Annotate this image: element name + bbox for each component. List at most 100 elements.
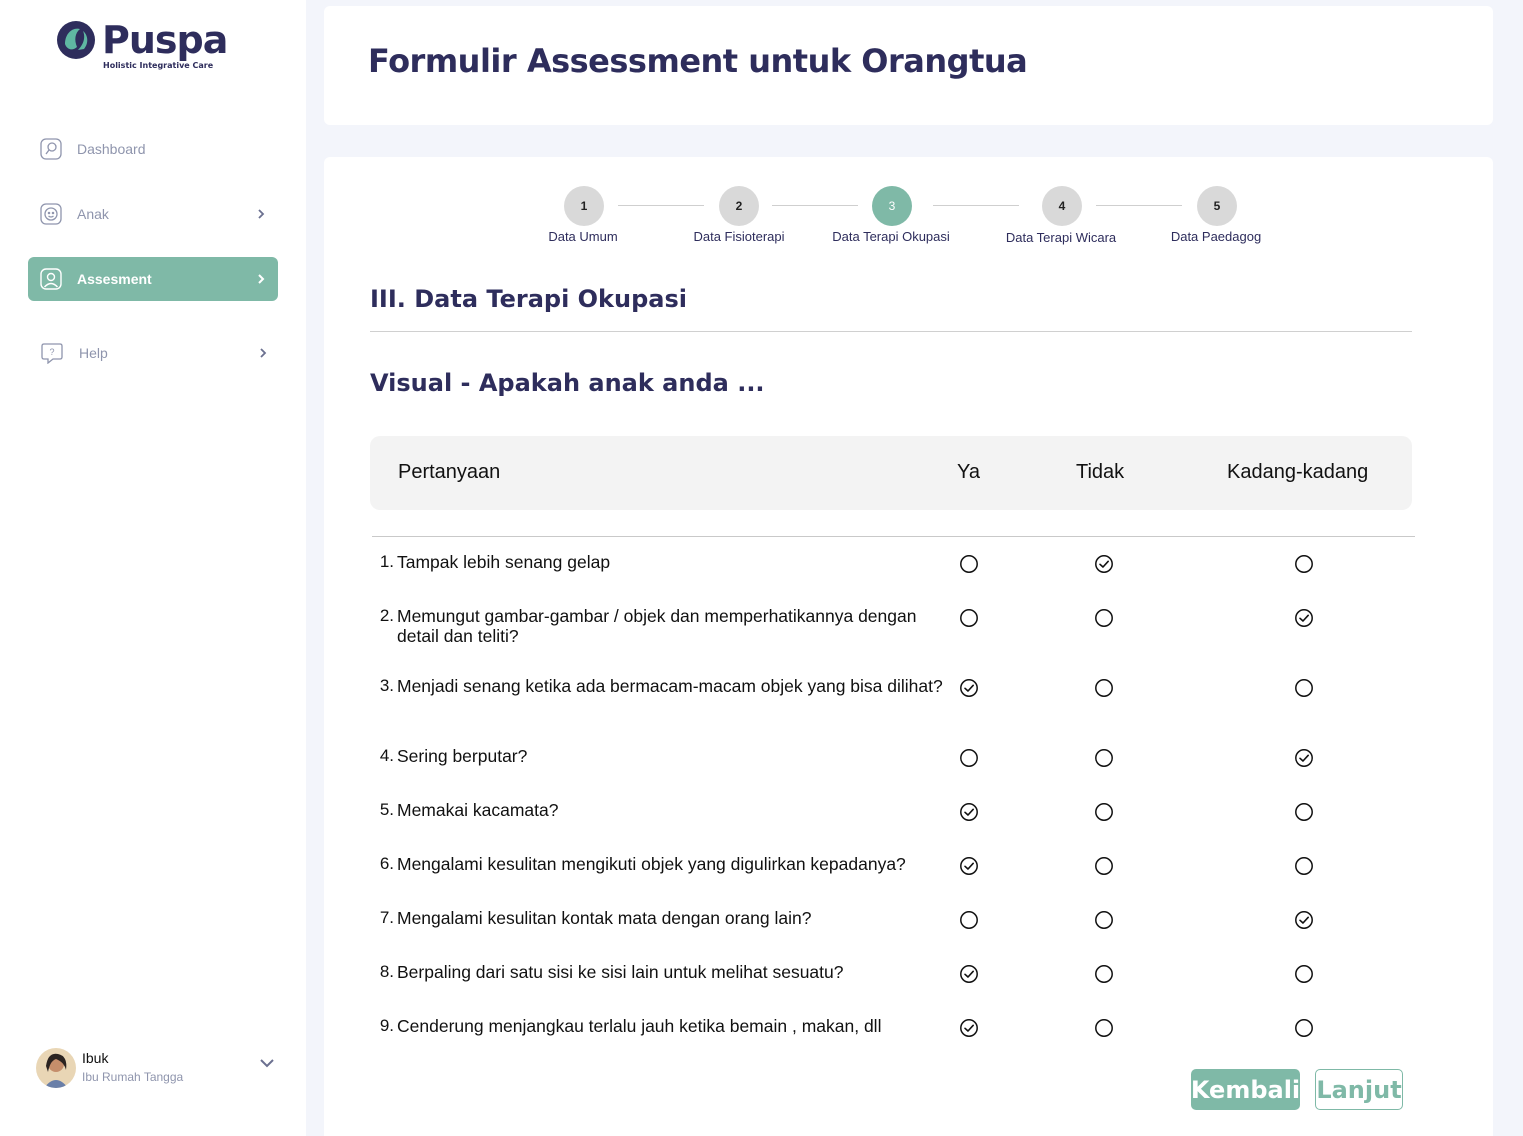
question-number: 2. [379,606,394,625]
question-number: 5. [379,800,394,819]
check-icon [964,970,974,978]
next-button[interactable]: Lanjut [1315,1069,1403,1110]
divider [370,331,1412,332]
radio-no[interactable] [1094,554,1114,574]
question-text: Berpaling dari satu sisi ke sisi lain un… [397,962,844,982]
step-3-label: Data Terapi Okupasi [832,229,950,244]
question-number: 6. [379,854,394,873]
radio-sometimes[interactable] [1294,856,1314,876]
question-text: Mengalami kesulitan mengikuti objek yang… [397,854,906,874]
check-icon [964,1024,974,1032]
radio-sometimes[interactable] [1294,964,1314,984]
question-text: Tampak lebih senang gelap [397,552,611,572]
radio-no[interactable] [1094,748,1114,768]
radio-no[interactable] [1094,608,1114,628]
step-5-label: Data Paedagog [1170,229,1262,244]
radio-no[interactable] [1094,1018,1114,1038]
assessment-form: 1 Data Umum 2 Data Fisioterapi 3 Data Te… [324,157,1493,1136]
question-number: 1. [379,552,394,571]
radio-sometimes[interactable] [1294,1018,1314,1038]
step-connector [618,205,704,206]
user-role: Ibu Rumah Tangga [82,1070,184,1084]
check-icon [1299,916,1309,924]
question-text: Memakai kacamata? [397,800,559,820]
column-header-yes: Ya [957,461,980,483]
question-number: 3. [379,676,394,695]
radio-yes[interactable] [959,856,979,876]
question-text: Memungut gambar-gambar / objek dan mempe… [397,606,917,646]
puspa-logo[interactable]: Puspa Holistic Integrative Care [54,18,228,74]
radio-no[interactable] [1094,964,1114,984]
question-number: 8. [379,962,394,981]
radio-yes[interactable] [959,964,979,984]
user-profile-card[interactable]: Ibuk Ibu Rumah Tangga [36,1046,280,1090]
brand-name: Puspa [102,18,228,62]
check-icon [1299,614,1309,622]
table-header: Pertanyaan Ya Tidak Kadang-kadang [370,436,1412,510]
radio-sometimes[interactable] [1294,678,1314,698]
sidebar-item-label: Assesment [77,271,152,287]
step-2-circle[interactable]: 2 [719,186,759,226]
radio-sometimes[interactable] [1294,910,1314,930]
radio-yes[interactable] [959,1018,979,1038]
sidebar-item-dashboard[interactable]: Dashboard [28,127,278,171]
check-icon [1299,754,1309,762]
radio-no[interactable] [1094,856,1114,876]
question-text: Menjadi senang ketika ada bermacam-macam… [397,676,943,696]
section-title: III. Data Terapi Okupasi [370,285,687,313]
question-text: Cenderung menjangkau terlalu jauh ketika… [397,1016,882,1036]
radio-sometimes[interactable] [1294,608,1314,628]
check-icon [964,862,974,870]
chevron-down-icon[interactable] [258,1056,276,1070]
sidebar: Puspa Holistic Integrative Care Dashboar… [0,0,306,1136]
radio-yes[interactable] [959,910,979,930]
step-connector [1096,205,1182,206]
radio-no[interactable] [1094,802,1114,822]
step-1-circle[interactable]: 1 [564,186,604,226]
sidebar-item-assesment[interactable]: Assesment [28,257,278,301]
dashboard-icon [40,138,62,160]
step-connector [933,205,1019,206]
chevron-right-icon [258,209,265,219]
radio-yes[interactable] [959,678,979,698]
step-3-circle[interactable]: 3 [872,186,912,226]
check-icon [1099,560,1109,568]
radio-yes[interactable] [959,748,979,768]
sidebar-item-anak[interactable]: Anak [28,192,278,236]
column-header-no: Tidak [1076,461,1125,483]
question-number: 7. [379,908,394,927]
column-header-question: Pertanyaan [398,461,501,483]
step-5-circle[interactable]: 5 [1197,186,1237,226]
radio-no[interactable] [1094,910,1114,930]
avatar [36,1048,76,1088]
svg-text:?: ? [49,347,54,357]
radio-no[interactable] [1094,678,1114,698]
step-4-circle[interactable]: 4 [1042,186,1082,226]
radio-sometimes[interactable] [1294,748,1314,768]
step-4-label: Data Terapi Wicara [1005,230,1117,245]
sidebar-item-help[interactable]: ? Help [28,331,278,375]
radio-yes[interactable] [959,802,979,822]
check-icon [964,808,974,816]
step-connector [772,205,858,206]
radio-sometimes[interactable] [1294,554,1314,574]
step-1-label: Data Umum [548,229,618,244]
check-icon [964,684,974,692]
question-number: 9. [379,1016,394,1035]
puspa-logo-icon [57,21,95,59]
page-title: Formulir Assessment untuk Orangtua [368,42,1028,80]
step-2-label: Data Fisioterapi [693,229,785,244]
brand-tagline: Holistic Integrative Care [103,61,214,70]
radio-yes[interactable] [959,554,979,574]
back-button[interactable]: Kembali [1191,1069,1300,1110]
stepper: 1 Data Umum 2 Data Fisioterapi 3 Data Te… [324,157,1493,257]
page-header: Formulir Assessment untuk Orangtua [324,6,1493,125]
question-text: Sering berputar? [397,746,528,766]
help-icon: ? [41,343,63,364]
child-face-icon [40,203,62,225]
radio-sometimes[interactable] [1294,802,1314,822]
radio-yes[interactable] [959,608,979,628]
chevron-right-icon [258,274,265,284]
chevron-right-icon [260,348,267,358]
question-number: 4. [379,746,394,765]
